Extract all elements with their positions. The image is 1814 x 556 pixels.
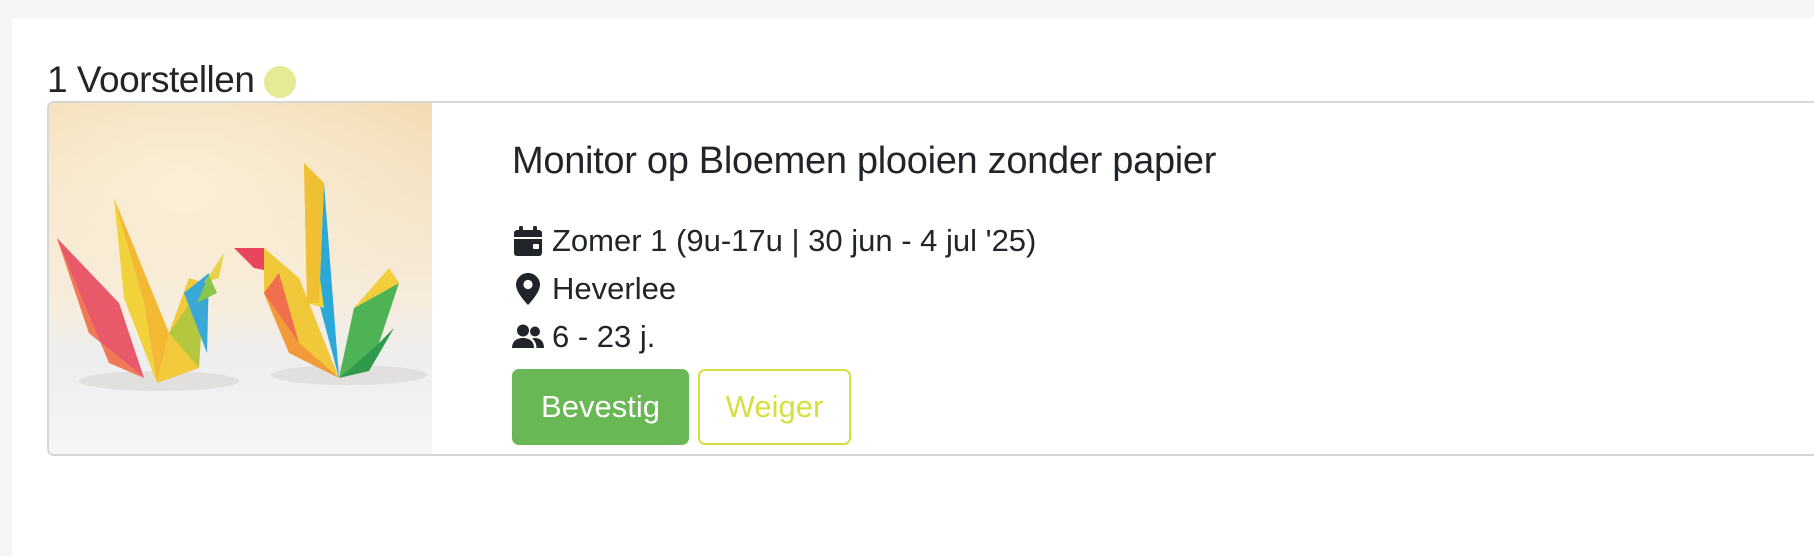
origami-cranes-image: [49, 103, 432, 454]
confirm-button[interactable]: Bevestig: [512, 369, 689, 445]
status-dot: [264, 66, 297, 98]
date-text: Zomer 1 (9u-17u | 30 jun - 4 jul '25): [552, 223, 1037, 258]
date-row: Zomer 1 (9u-17u | 30 jun - 4 jul '25): [512, 221, 1036, 261]
age-text: 6 - 23 j.: [552, 319, 656, 354]
map-pin-icon: [512, 273, 544, 305]
decline-button[interactable]: Weiger: [698, 369, 851, 445]
card-title[interactable]: Monitor op Bloemen plooien zonder papier: [512, 137, 1216, 185]
calendar-icon: [512, 225, 544, 257]
location-row: Heverlee: [512, 269, 676, 309]
section-title: 1 Voorstellen: [47, 59, 255, 100]
proposal-card: Monitor op Bloemen plooien zonder papier…: [47, 101, 1814, 456]
age-row: 6 - 23 j.: [512, 317, 655, 357]
card-body: Monitor op Bloemen plooien zonder papier…: [432, 103, 1814, 454]
location-text: Heverlee: [552, 271, 677, 306]
users-icon: [512, 321, 544, 353]
section-header: 1 Voorstellen: [47, 56, 297, 104]
card-actions: Bevestig Weiger: [512, 369, 851, 445]
